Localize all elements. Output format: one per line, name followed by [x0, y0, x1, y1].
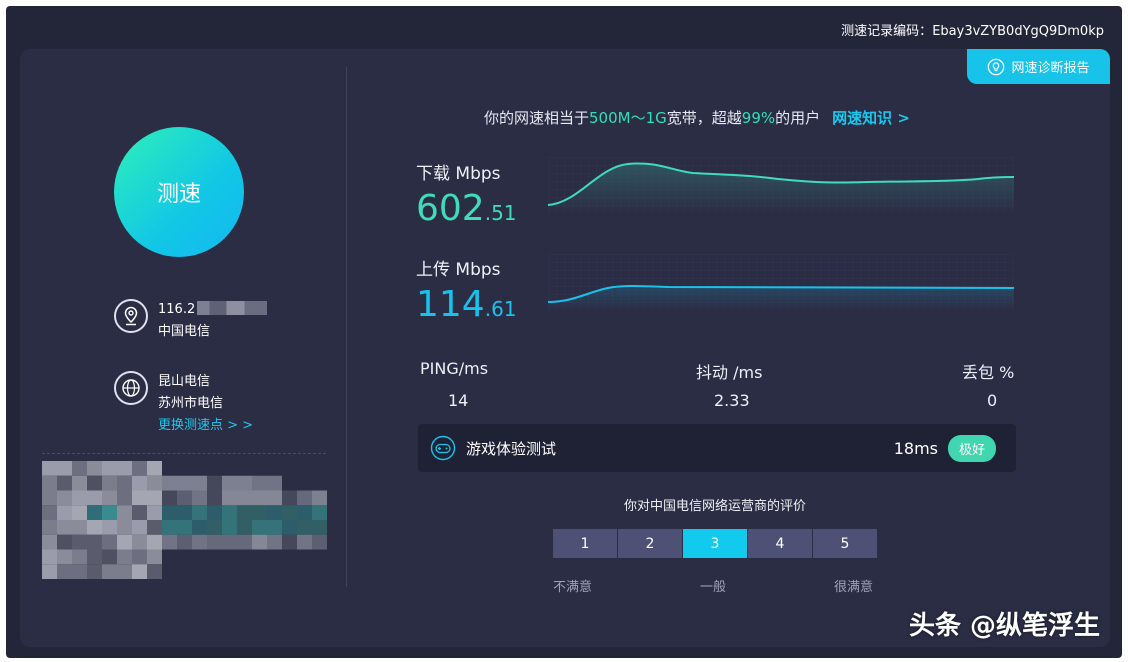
server-name: 昆山电信 [158, 374, 211, 389]
rating-scale: 1 2 3 4 5 [553, 529, 877, 558]
rating-title: 你对中国电信网络运营商的评价 [623, 499, 806, 514]
main-panel: 网速诊断报告 测速 116.2 中国电信 昆山电信 苏州市电信 更换测速点 > … [20, 49, 1110, 647]
rating-option-2[interactable]: 2 [618, 529, 682, 558]
packet-loss-label: 丢包 % [962, 363, 1015, 382]
server-city: 苏州市电信 [158, 396, 224, 411]
rating-option-4[interactable]: 4 [748, 529, 812, 558]
record-code: 测速记录编码：Ebay3vZYB0dYgQ9Dm0kp [841, 20, 1104, 39]
rating-option-1[interactable]: 1 [553, 529, 617, 558]
record-code-value: Ebay3vZYB0dYgQ9Dm0kp [932, 24, 1104, 39]
ip-info: 116.2 中国电信 [114, 299, 268, 343]
change-server-link[interactable]: 更换测速点 > > [158, 415, 253, 437]
game-latency: 18ms [893, 438, 938, 458]
download-chart [548, 157, 1014, 213]
start-test-button[interactable]: 测速 [114, 127, 244, 257]
summary-post: 的用户 [775, 109, 821, 127]
location-pin-icon [114, 299, 148, 333]
globe-icon [114, 371, 148, 405]
server-info: 昆山电信 苏州市电信 更换测速点 > > [114, 371, 253, 437]
left-divider [42, 453, 326, 454]
packet-loss-value: 0 [987, 391, 998, 410]
speed-knowledge-link[interactable]: 网速知识 > [832, 109, 910, 127]
game-test-title: 游戏体验测试 [466, 439, 557, 458]
rating-option-3[interactable]: 3 [683, 529, 747, 558]
watermark: 头条 @纵笔浮生 [908, 611, 1100, 641]
game-rating-badge: 极好 [947, 434, 996, 462]
download-speed: 602.51 [416, 189, 517, 233]
upload-speed: 114.61 [416, 285, 517, 329]
blurred-ad-image [42, 461, 327, 579]
upload-dec: .61 [484, 297, 517, 321]
download-int: 602 [416, 188, 485, 229]
ip-redacted [197, 301, 268, 315]
rating-high-label: 很满意 [834, 580, 874, 595]
download-label: 下载 Mbps [416, 164, 501, 184]
speed-report-label: 网速诊断报告 [1011, 61, 1090, 76]
rating-option-5[interactable]: 5 [813, 529, 877, 558]
rating-low-label: 不满意 [553, 580, 593, 595]
upload-int: 114 [416, 284, 485, 325]
record-label: 测速记录编码： [841, 24, 933, 39]
summary-pre: 你的网速相当于 [484, 109, 590, 127]
ping-value: 14 [448, 391, 469, 410]
isp-name: 中国电信 [158, 324, 211, 339]
game-test-bar[interactable]: 游戏体验测试 18ms 极好 [418, 424, 1016, 472]
rating-mid-label: 一般 [700, 580, 727, 595]
bulb-icon [988, 58, 1005, 75]
app-window: 测速记录编码：Ebay3vZYB0dYgQ9Dm0kp 网速诊断报告 测速 11… [6, 6, 1122, 658]
speed-report-button[interactable]: 网速诊断报告 [967, 49, 1110, 84]
summary-mid: 宽带，超越 [666, 109, 742, 127]
jitter-label: 抖动 /ms [696, 363, 763, 382]
gamepad-icon [430, 435, 456, 461]
summary-percent: 99% [741, 109, 776, 127]
upload-chart [548, 254, 1014, 310]
speed-summary: 你的网速相当于500M～1G宽带，超越99%的用户 网速知识 > [484, 107, 910, 128]
upload-label: 上传 Mbps [416, 260, 501, 280]
download-dec: .51 [484, 201, 517, 225]
ip-address: 116.2 [158, 302, 196, 317]
jitter-value: 2.33 [714, 391, 750, 410]
summary-range: 500M～1G [589, 109, 667, 127]
ping-label: PING/ms [420, 359, 489, 378]
